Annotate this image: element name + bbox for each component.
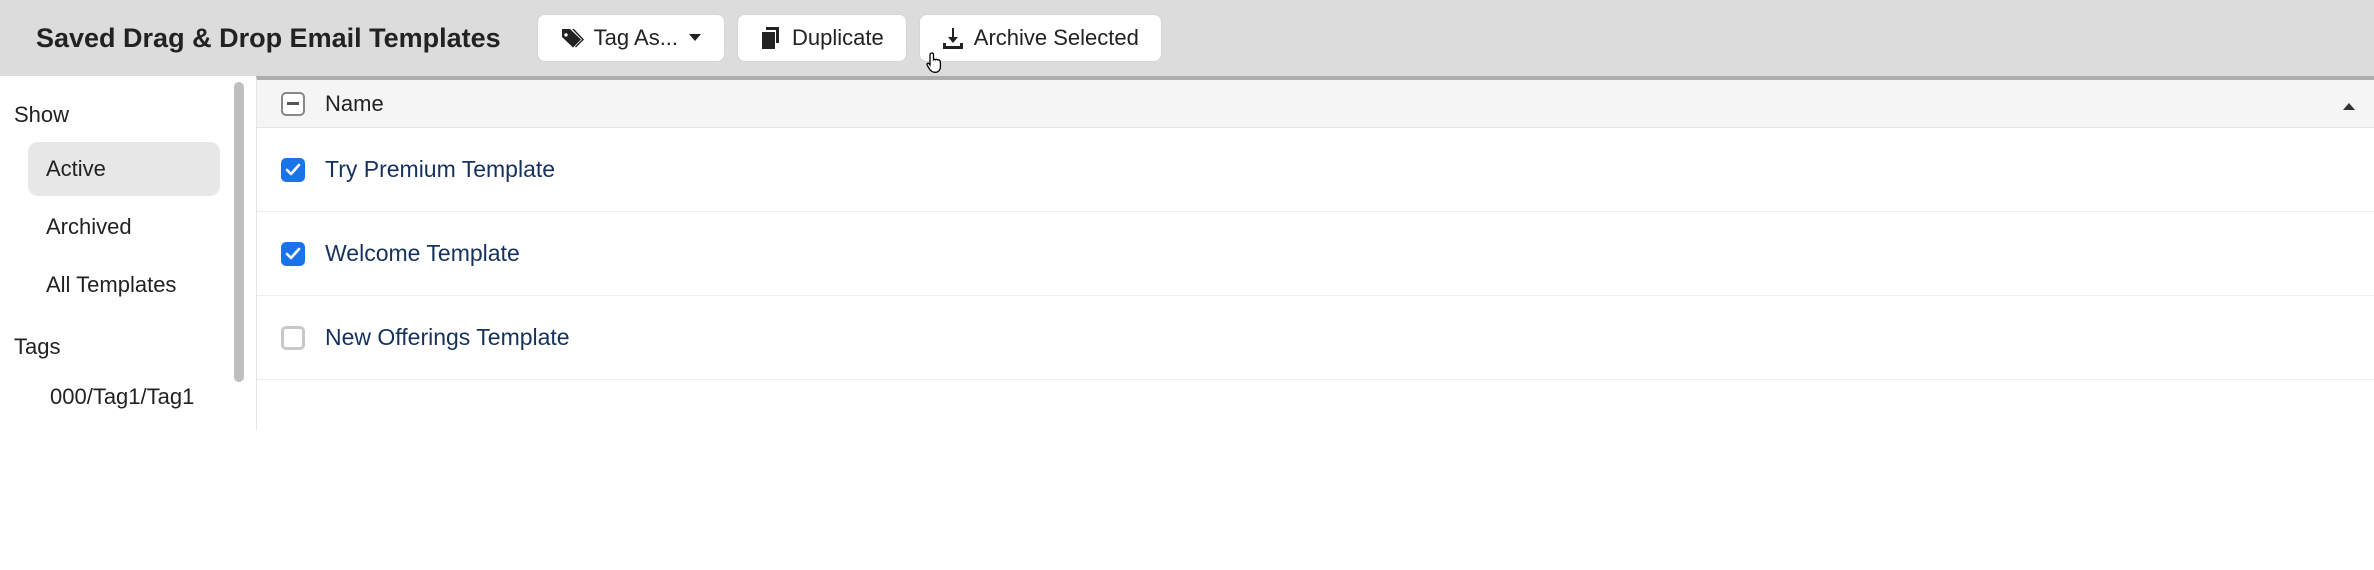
sidebar: Show Active Archived All Templates Tags … bbox=[0, 76, 234, 430]
select-all-checkbox[interactable] bbox=[281, 92, 305, 116]
row-checkbox[interactable] bbox=[281, 326, 305, 350]
page-title: Saved Drag & Drop Email Templates bbox=[36, 23, 501, 54]
tag-as-label: Tag As... bbox=[594, 25, 678, 51]
sidebar-item-all-templates[interactable]: All Templates bbox=[28, 258, 220, 312]
sidebar-tags-heading: Tags bbox=[14, 334, 220, 360]
template-link[interactable]: New Offerings Template bbox=[315, 324, 570, 351]
copy-icon bbox=[760, 27, 782, 49]
sidebar-scrollbar[interactable] bbox=[234, 76, 252, 430]
row-checkbox[interactable] bbox=[281, 242, 305, 266]
column-header-name[interactable]: Name bbox=[315, 91, 2360, 117]
main-panel: Name Try Premium Template Welcome Templa… bbox=[256, 76, 2374, 430]
table-row: Welcome Template bbox=[257, 212, 2374, 296]
table-row: Try Premium Template bbox=[257, 128, 2374, 212]
sidebar-item-label: Active bbox=[46, 156, 106, 181]
sidebar-item-archived[interactable]: Archived bbox=[28, 200, 220, 254]
caret-down-icon bbox=[688, 33, 702, 43]
scrollbar-thumb[interactable] bbox=[234, 82, 244, 382]
template-link[interactable]: Welcome Template bbox=[315, 240, 520, 267]
table-header: Name bbox=[257, 80, 2374, 128]
template-link[interactable]: Try Premium Template bbox=[315, 156, 555, 183]
archive-label: Archive Selected bbox=[974, 25, 1139, 51]
sidebar-item-label: Archived bbox=[46, 214, 132, 239]
tag-icon bbox=[560, 27, 584, 49]
sidebar-item-label: All Templates bbox=[46, 272, 176, 297]
sidebar-tag-label: 000/Tag1/Tag1 bbox=[50, 384, 194, 409]
content-area: Show Active Archived All Templates Tags … bbox=[0, 76, 2374, 430]
header-bar: Saved Drag & Drop Email Templates Tag As… bbox=[0, 0, 2374, 76]
sidebar-show-heading: Show bbox=[14, 102, 220, 128]
duplicate-button[interactable]: Duplicate bbox=[737, 14, 907, 62]
sidebar-tag-item[interactable]: 000/Tag1/Tag1 bbox=[32, 374, 220, 420]
sort-asc-icon[interactable] bbox=[2342, 91, 2356, 117]
duplicate-label: Duplicate bbox=[792, 25, 884, 51]
tag-as-button[interactable]: Tag As... bbox=[537, 14, 725, 62]
table-row: New Offerings Template bbox=[257, 296, 2374, 380]
archive-download-icon bbox=[942, 27, 964, 49]
sidebar-item-active[interactable]: Active bbox=[28, 142, 220, 196]
row-checkbox[interactable] bbox=[281, 158, 305, 182]
archive-selected-button[interactable]: Archive Selected bbox=[919, 14, 1162, 62]
